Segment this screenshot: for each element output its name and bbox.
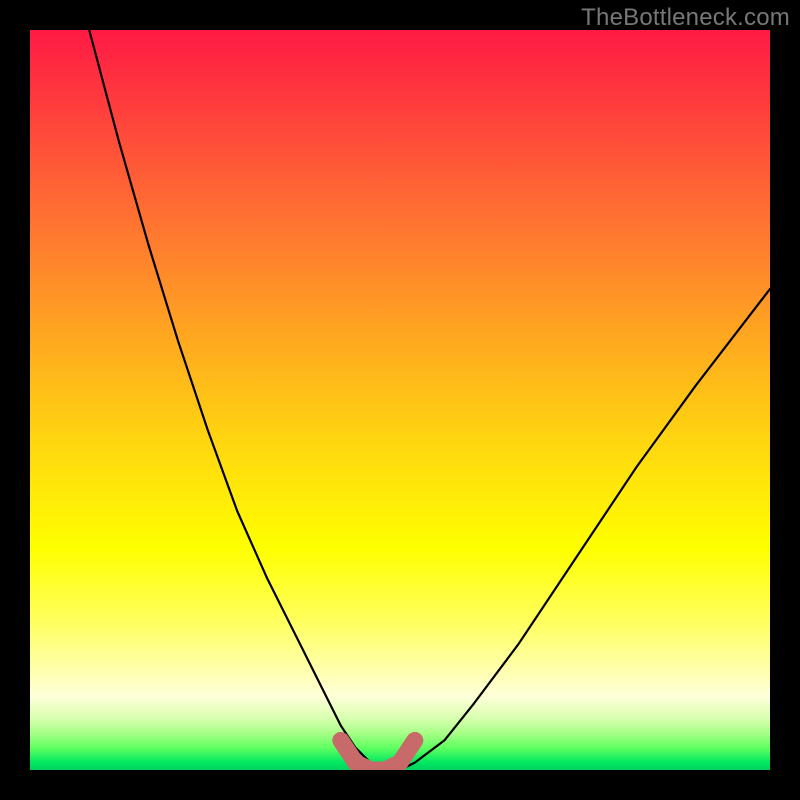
bottleneck-curve-path <box>89 30 770 770</box>
chart-frame: TheBottleneck.com <box>0 0 800 800</box>
optimal-highlight-path <box>341 740 415 770</box>
plot-area <box>30 30 770 770</box>
curve-svg <box>30 30 770 770</box>
watermark-text: TheBottleneck.com <box>581 4 790 32</box>
